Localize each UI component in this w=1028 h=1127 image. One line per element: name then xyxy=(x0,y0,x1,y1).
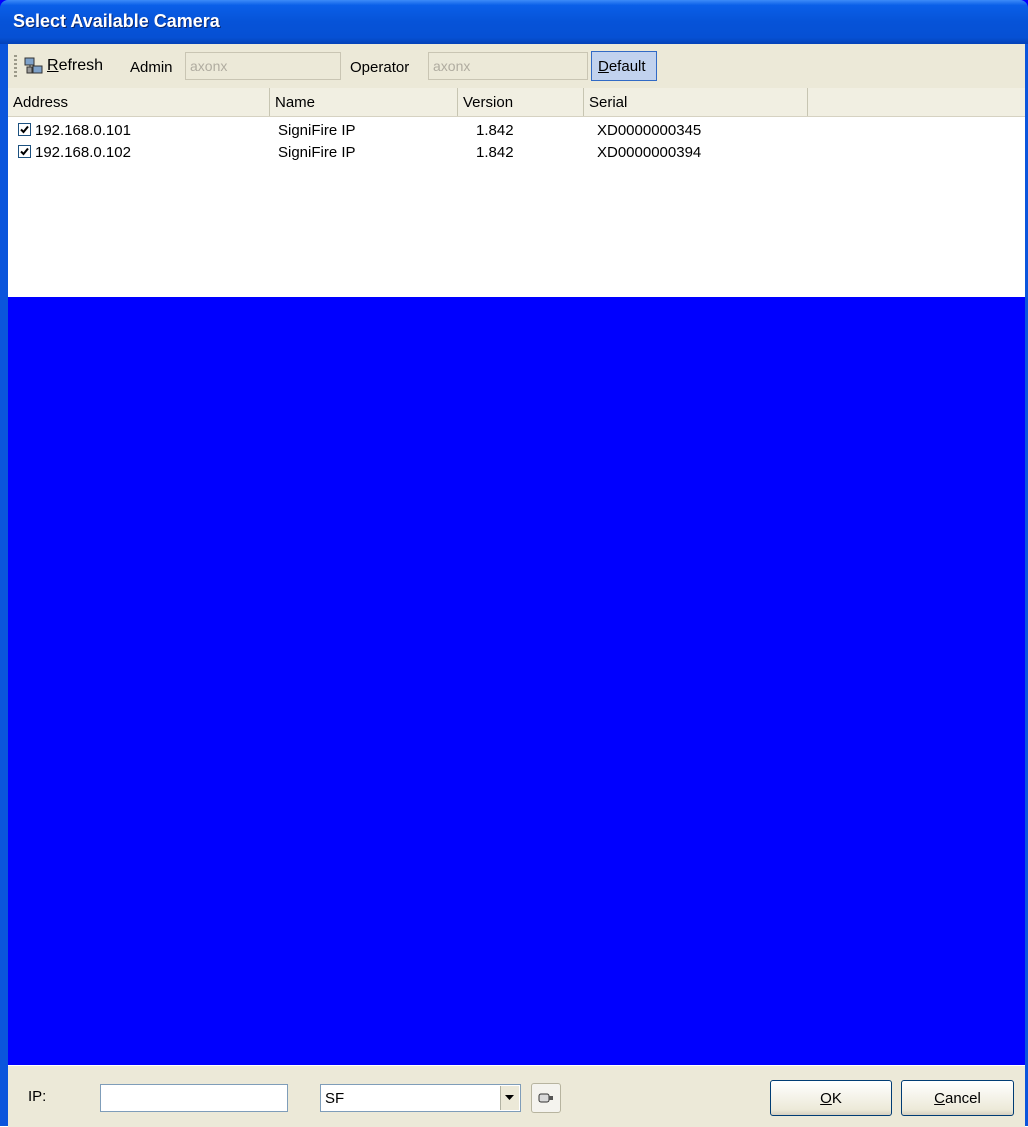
cancel-button[interactable]: Cancel xyxy=(901,1080,1014,1116)
default-button[interactable]: Default xyxy=(591,51,657,81)
title-bar[interactable]: Select Available Camera xyxy=(0,0,1028,44)
network-refresh-icon xyxy=(24,57,44,75)
refresh-label: Refresh xyxy=(47,57,104,74)
toolbar: Refresh Admin axonx Operator axonx Defau… xyxy=(8,44,1025,89)
column-header-version[interactable]: Version xyxy=(458,88,584,116)
cell-address: 192.168.0.101 xyxy=(35,122,131,139)
row-checkbox[interactable] xyxy=(18,145,31,158)
column-header-address[interactable]: Address xyxy=(8,88,270,116)
ip-input[interactable] xyxy=(100,1084,288,1112)
cell-serial: XD0000000345 xyxy=(597,122,702,139)
table-row[interactable]: 192.168.0.102 SigniFire IP 1.842 XD00000… xyxy=(8,142,1025,164)
list-header: Address Name Version Serial xyxy=(8,88,1025,117)
cell-name: SigniFire IP xyxy=(278,144,356,161)
camera-type-value: SF xyxy=(325,1090,345,1107)
column-header-serial[interactable]: Serial xyxy=(584,88,808,116)
camera-add-button[interactable] xyxy=(531,1083,561,1113)
operator-field[interactable]: axonx xyxy=(428,52,588,80)
camera-list[interactable]: Address Name Version Serial 192.168.0.10… xyxy=(8,88,1025,297)
row-checkbox[interactable] xyxy=(18,123,31,136)
camera-icon xyxy=(538,1093,553,1103)
cell-name: SigniFire IP xyxy=(278,122,356,139)
table-row[interactable]: 192.168.0.101 SigniFire IP 1.842 XD00000… xyxy=(8,120,1025,142)
admin-field[interactable]: axonx xyxy=(185,52,341,80)
camera-type-select[interactable]: SF xyxy=(320,1084,521,1112)
dialog-window: Select Available Camera Refresh Admin ax… xyxy=(0,0,1028,1127)
cell-version: 1.842 xyxy=(476,144,514,161)
chevron-down-icon xyxy=(505,1095,514,1100)
cell-version: 1.842 xyxy=(476,122,514,139)
column-header-filler xyxy=(808,88,1025,116)
admin-label: Admin xyxy=(130,59,173,76)
refresh-button[interactable]: Refresh xyxy=(24,52,130,80)
cell-serial: XD0000000394 xyxy=(597,144,702,161)
ip-label: IP: xyxy=(28,1088,47,1105)
bottom-panel: IP: SF OK Cancel xyxy=(8,1065,1025,1127)
column-header-name[interactable]: Name xyxy=(270,88,458,116)
window-title: Select Available Camera xyxy=(13,11,220,31)
toolbar-grip[interactable] xyxy=(14,55,17,77)
operator-label: Operator xyxy=(350,59,410,76)
window-border-left xyxy=(0,44,8,1126)
cell-address: 192.168.0.102 xyxy=(35,144,131,161)
dropdown-button[interactable] xyxy=(500,1086,519,1110)
ok-button[interactable]: OK xyxy=(770,1080,892,1116)
